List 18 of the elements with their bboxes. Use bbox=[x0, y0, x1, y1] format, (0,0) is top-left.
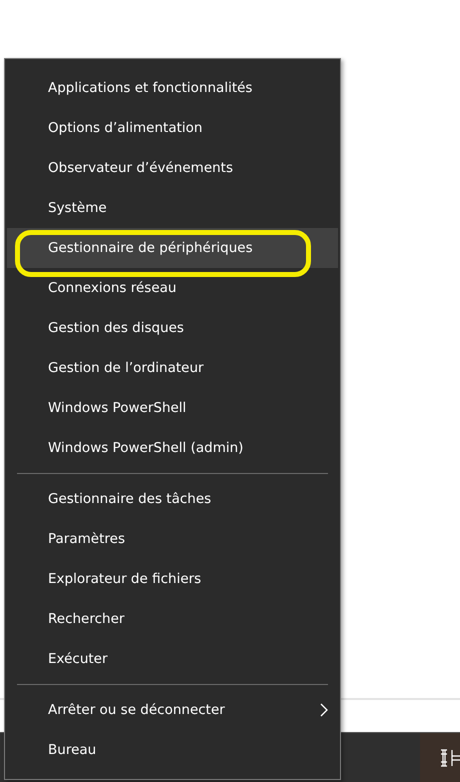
menu-item[interactable]: Système bbox=[7, 188, 338, 228]
menu-item[interactable]: Gestion de l’ordinateur bbox=[7, 348, 338, 388]
task-view-icon bbox=[440, 748, 460, 768]
menu-item[interactable]: Observateur d’événements bbox=[7, 148, 338, 188]
menu-item[interactable]: Bureau bbox=[7, 730, 338, 770]
taskbar-button[interactable] bbox=[420, 733, 460, 782]
menu-item[interactable]: Explorateur de fichiers bbox=[7, 559, 338, 599]
menu-item[interactable]: Windows PowerShell bbox=[7, 388, 338, 428]
menu-item[interactable]: Applications et fonctionnalités bbox=[7, 68, 338, 108]
menu-item[interactable]: Options d’alimentation bbox=[7, 108, 338, 148]
menu-item[interactable]: Paramètres bbox=[7, 519, 338, 559]
menu-item[interactable]: Arrêter ou se déconnecter bbox=[7, 690, 338, 730]
menu-item[interactable]: Gestionnaire des tâches bbox=[7, 479, 338, 519]
menu-item[interactable]: Gestion des disques bbox=[7, 308, 338, 348]
menu-item[interactable]: Rechercher bbox=[7, 599, 338, 639]
menu-item[interactable]: Windows PowerShell (admin) bbox=[7, 428, 338, 468]
menu-item[interactable]: Connexions réseau bbox=[7, 268, 338, 308]
menu-item[interactable]: Exécuter bbox=[7, 639, 338, 679]
